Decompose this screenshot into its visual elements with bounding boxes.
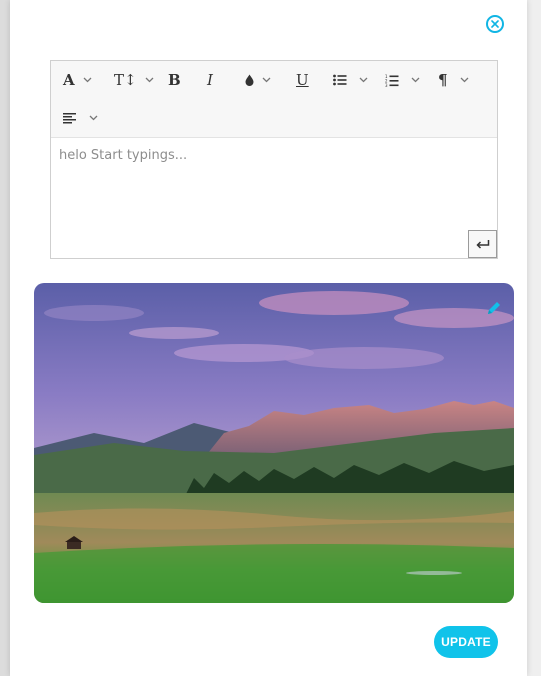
edit-post-modal: A T↕ B I U 1 2 3 ¶ helo Start typings...… bbox=[10, 0, 527, 676]
text-color-dropdown[interactable] bbox=[245, 61, 271, 99]
chevron-down-icon bbox=[359, 77, 368, 83]
rich-text-editor: A T↕ B I U 1 2 3 ¶ helo Start typings... bbox=[50, 60, 498, 259]
svg-text:3: 3 bbox=[385, 83, 388, 87]
italic-button[interactable]: I bbox=[207, 61, 213, 99]
enter-return-icon bbox=[475, 240, 489, 249]
close-icon bbox=[491, 20, 499, 28]
bold-icon: B bbox=[168, 71, 181, 89]
enter-button[interactable] bbox=[468, 230, 497, 258]
post-image bbox=[34, 283, 514, 603]
chevron-down-icon bbox=[145, 77, 154, 83]
close-button[interactable] bbox=[486, 15, 504, 33]
numbered-list-dropdown[interactable]: 1 2 3 bbox=[385, 61, 420, 99]
backdrop-right bbox=[527, 0, 541, 676]
backdrop-left bbox=[0, 0, 10, 676]
italic-icon: I bbox=[207, 71, 213, 89]
underline-icon: U bbox=[296, 71, 309, 89]
chevron-down-icon bbox=[89, 115, 98, 121]
numbered-list-icon: 1 2 3 bbox=[385, 74, 399, 87]
font-a-icon: A bbox=[63, 71, 75, 89]
chevron-down-icon bbox=[83, 77, 92, 83]
pencil-icon bbox=[488, 302, 500, 314]
font-family-dropdown[interactable]: A bbox=[63, 61, 92, 99]
editor-content-area[interactable]: helo Start typings... bbox=[51, 138, 497, 258]
align-left-icon bbox=[63, 112, 76, 123]
pilcrow-icon: ¶ bbox=[438, 71, 448, 89]
underline-button[interactable]: U bbox=[296, 61, 309, 99]
color-drop-icon bbox=[245, 74, 254, 86]
paragraph-dropdown[interactable]: ¶ bbox=[438, 61, 469, 99]
editor-toolbar: A T↕ B I U 1 2 3 ¶ bbox=[51, 61, 497, 100]
font-size-dropdown[interactable]: T↕ bbox=[114, 61, 154, 99]
chevron-down-icon bbox=[411, 77, 420, 83]
align-dropdown[interactable] bbox=[63, 99, 98, 137]
update-button[interactable]: UPDATE bbox=[434, 626, 498, 658]
bold-button[interactable]: B bbox=[168, 61, 181, 99]
editor-toolbar-secondary bbox=[51, 99, 497, 138]
chevron-down-icon bbox=[262, 77, 271, 83]
editor-placeholder: helo Start typings... bbox=[59, 148, 188, 163]
chevron-down-icon bbox=[460, 77, 469, 83]
text-size-icon: T↕ bbox=[114, 71, 137, 89]
edit-image-button[interactable] bbox=[486, 300, 502, 321]
bullet-list-icon bbox=[333, 74, 347, 86]
bullet-list-dropdown[interactable] bbox=[333, 61, 368, 99]
